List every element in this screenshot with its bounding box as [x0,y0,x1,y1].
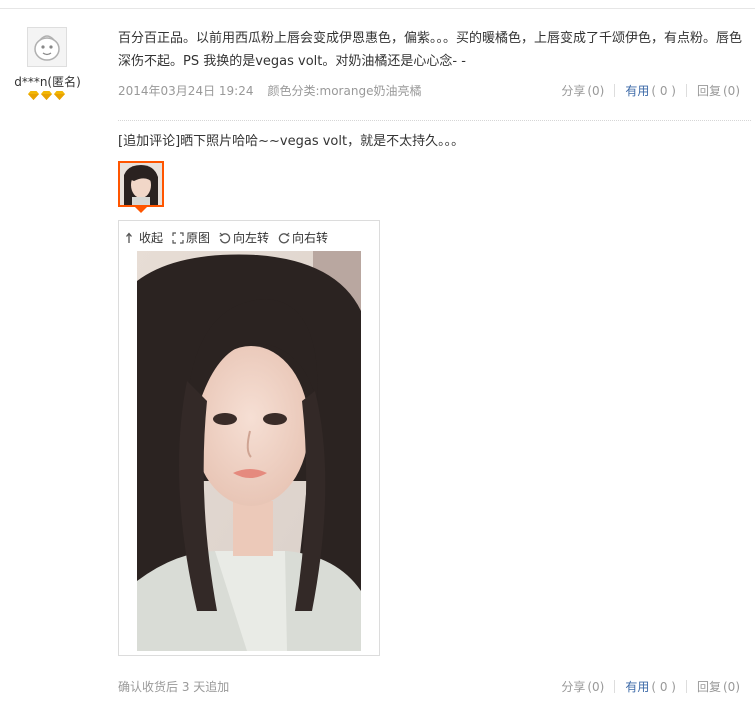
review-date: 2014年03月24日 19:24 [118,84,254,98]
separator [118,120,751,121]
collapse-button[interactable]: 收起 [126,229,163,246]
avatar[interactable] [27,27,67,67]
append-timing: 确认收货后 3 天追加 [118,680,230,694]
rotate-left-icon [219,232,231,243]
rotate-right-icon [278,232,290,243]
share-button[interactable]: 分享 (0) [561,678,604,695]
rotate-right-button[interactable]: 向右转 [278,229,328,246]
collapse-arrow-icon [126,231,132,243]
diamond-icon [28,91,39,100]
photo-thumbnail[interactable] [118,161,164,207]
diamond-icon [41,91,52,100]
useful-button[interactable]: 有用( 0 ) [625,82,676,99]
reply-button[interactable]: 回复 (0) [697,82,740,99]
thumbnail-image [120,163,162,205]
review-meta: 2014年03月24日 19:24 颜色分类:morange奶油亮橘 [118,82,421,99]
diamond-icon [54,91,65,100]
thumbnail-pointer [135,207,147,213]
original-image-button[interactable]: 原图 [172,229,210,246]
reply-button[interactable]: 回复 (0) [697,678,740,695]
rotate-left-button[interactable]: 向左转 [219,229,269,246]
expand-icon [172,231,184,244]
username[interactable]: d***n(匿名) [0,73,95,90]
review-sku: 颜色分类:morange奶油亮橘 [267,84,422,98]
useful-button[interactable]: 有用( 0 ) [625,678,676,695]
viewer-toolbar: 收起 原图 向左转 向右转 [126,229,328,246]
portrait-image [137,251,361,651]
review-photo[interactable] [137,251,361,651]
divider [685,84,687,97]
top-divider [0,8,755,9]
append-actions: 分享 (0) 有用( 0 ) 回复 (0) [561,678,740,695]
append-review-text: [追加评论]晒下照片哈哈~~vegas volt，就是不太持久。。。 [118,134,465,149]
share-button[interactable]: 分享 (0) [561,82,604,99]
review-actions: 分享 (0) 有用( 0 ) 回复 (0) [561,82,740,99]
divider [614,680,616,693]
divider [614,84,616,97]
divider [685,680,687,693]
image-viewer: 收起 原图 向左转 向右转 [118,220,380,656]
user-rank [28,91,68,101]
default-avatar-icon [28,28,66,66]
review-text: 百分百正品。以前用西瓜粉上唇会变成伊恩惠色，偏紫。。。买的暖橘色，上唇变成了千颂… [118,31,743,69]
